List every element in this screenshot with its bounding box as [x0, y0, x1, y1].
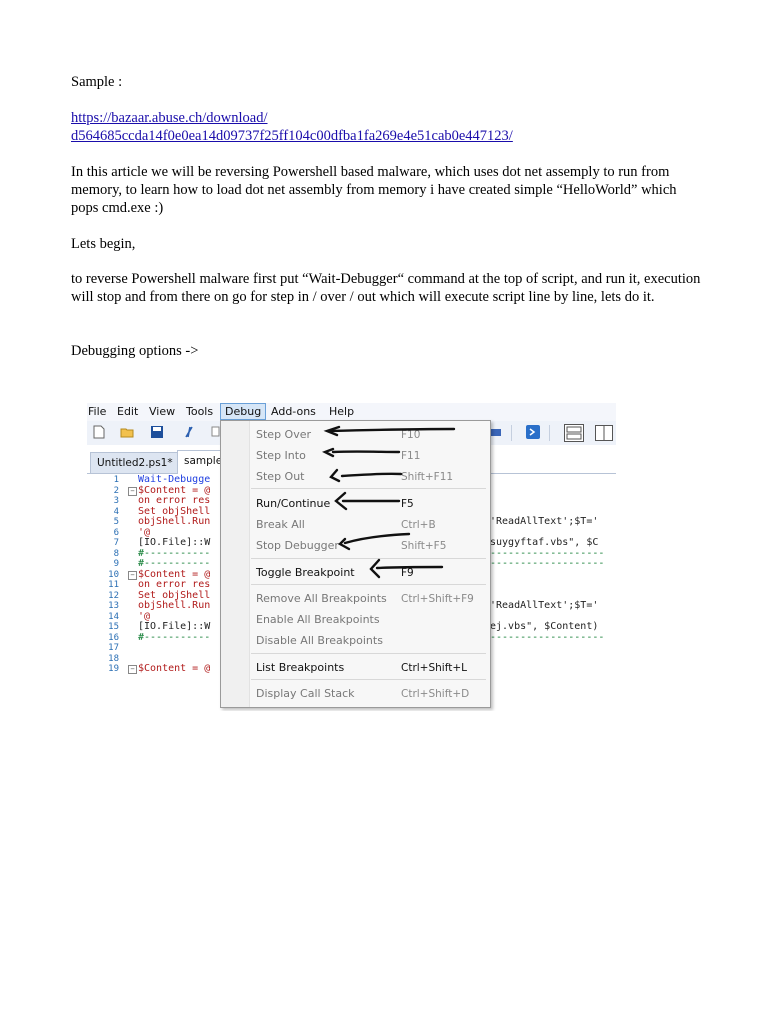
debugging-options-label: Debugging options -> [71, 343, 199, 359]
sample-link-line1[interactable]: https://bazaar.abuse.ch/download/ [71, 110, 268, 126]
lets-begin-paragraph: Lets begin, [71, 236, 136, 252]
arrow-step-out-head-icon [329, 468, 341, 483]
sample-link[interactable]: https://bazaar.abuse.ch/download/ d56468… [71, 109, 701, 145]
sample-label: Sample : [71, 74, 123, 90]
annotation-arrows [322, 425, 456, 579]
intro-paragraph: In this article we will be reversing Pow… [71, 164, 677, 216]
sample-link-line2[interactable]: d564685ccda14f0e0ea14d09737f25ff104c00df… [71, 128, 513, 144]
arrow-step-into-head-icon [322, 447, 335, 458]
arrow-toggle-icon [375, 565, 444, 570]
instructions-paragraph: to reverse Powershell malware first put … [71, 271, 701, 305]
arrow-step-out-icon [340, 472, 403, 478]
powershell-ise-screenshot: File Edit View Tools Debug Add-ons Help … [87, 393, 616, 711]
arrow-stop-icon [343, 532, 411, 545]
arrow-step-over-icon [327, 427, 456, 433]
